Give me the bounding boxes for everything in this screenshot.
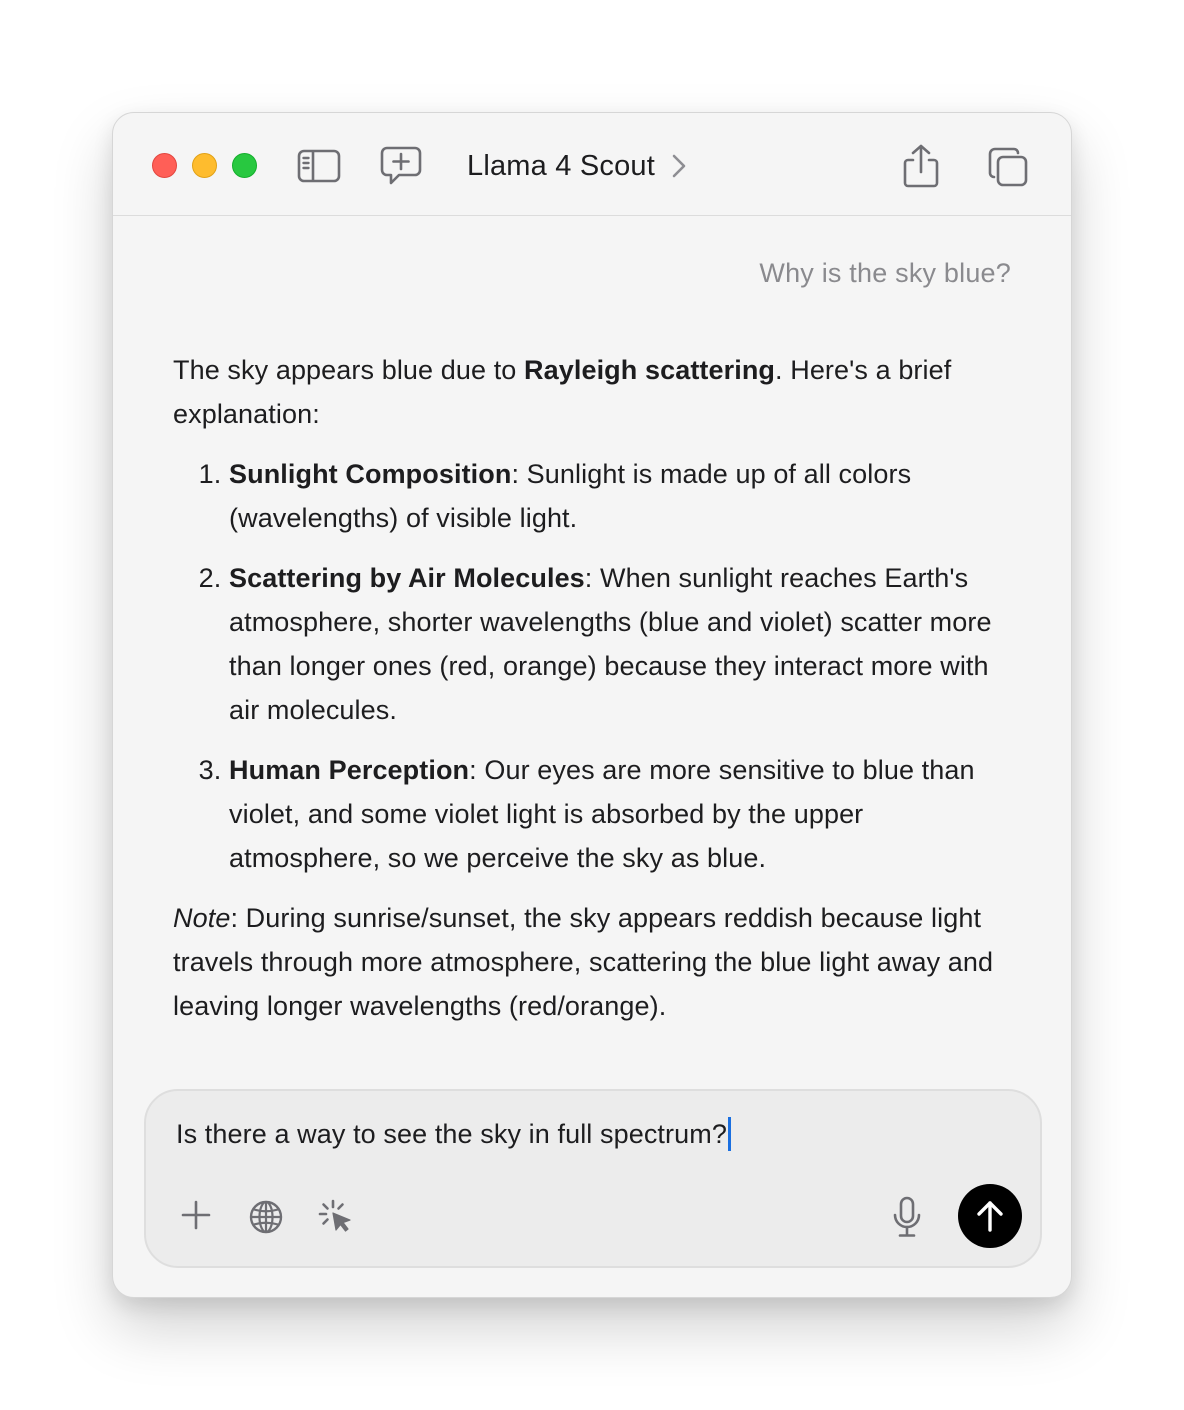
- assistant-response: The sky appears blue due to Rayleigh sca…: [173, 348, 1015, 1028]
- message-input[interactable]: Is there a way to see the sky in full sp…: [176, 1117, 731, 1153]
- window-title: Llama 4 Scout: [467, 149, 655, 182]
- list-item: Scattering by Air Molecules: When sunlig…: [229, 556, 1015, 732]
- microphone-icon[interactable]: [892, 1196, 922, 1238]
- text-caret: [727, 1117, 731, 1151]
- copy-window-icon[interactable]: [987, 146, 1029, 188]
- model-selector[interactable]: Llama 4 Scout: [467, 146, 687, 186]
- plus-icon[interactable]: [180, 1199, 212, 1231]
- close-window-button[interactable]: [152, 153, 177, 178]
- arrow-up-icon: [977, 1201, 1003, 1232]
- conversation-area: Why is the sky blue? The sky appears blu…: [113, 216, 1071, 1086]
- list-item: Human Perception: Our eyes are more sens…: [229, 748, 1015, 880]
- new-chat-icon[interactable]: [379, 145, 423, 187]
- message-composer: Is there a way to see the sky in full sp…: [144, 1089, 1042, 1268]
- response-note: Note: During sunrise/sunset, the sky app…: [173, 903, 994, 1021]
- send-button[interactable]: [958, 1184, 1022, 1248]
- sidebar-icon[interactable]: [297, 147, 341, 185]
- title-bar: Llama 4 Scout: [113, 113, 1071, 216]
- maximize-window-button[interactable]: [232, 153, 257, 178]
- sparkle-cursor-icon[interactable]: [317, 1198, 355, 1236]
- user-message: Why is the sky blue?: [759, 258, 1011, 288]
- chat-window: Llama 4 Scout Why is the sky blue? The s…: [112, 112, 1072, 1298]
- minimize-window-button[interactable]: [192, 153, 217, 178]
- list-item: Sunlight Composition: Sunlight is made u…: [229, 452, 1015, 540]
- response-intro: The sky appears blue due to Rayleigh sca…: [173, 355, 952, 429]
- chevron-right-icon: [672, 154, 686, 178]
- share-icon[interactable]: [901, 143, 941, 189]
- globe-icon[interactable]: [248, 1199, 284, 1235]
- response-list: Sunlight Composition: Sunlight is made u…: [173, 452, 1015, 880]
